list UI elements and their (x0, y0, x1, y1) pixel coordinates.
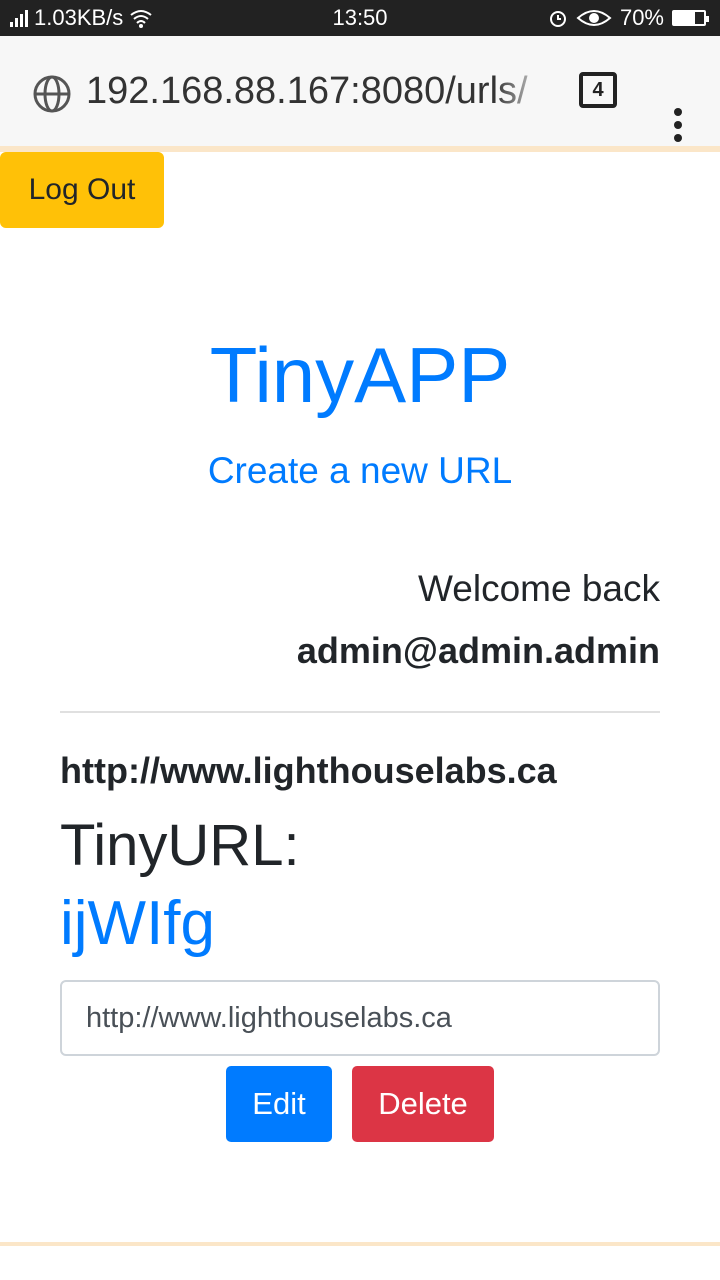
short-url-link[interactable]: ijWIfg (60, 888, 215, 959)
more-vert-icon[interactable] (670, 108, 686, 146)
create-url-link[interactable]: Create a new URL (0, 450, 720, 492)
page-title: TinyAPP (209, 331, 511, 419)
battery-icon (672, 10, 709, 26)
battery-percent: 70% (619, 5, 664, 30)
user-email: admin@admin.admin (296, 630, 660, 671)
welcome-text: Welcome back (418, 568, 660, 609)
status-right: 70% (548, 5, 709, 31)
tabs-icon[interactable]: 4 (579, 72, 617, 108)
eye-icon (576, 10, 612, 26)
divider (60, 711, 660, 713)
tinyurl-label: TinyURL: (60, 813, 300, 878)
globe-icon (33, 75, 71, 113)
long-url-input[interactable] (60, 980, 660, 1056)
browser-toolbar: 192.168.88.167:8080/urls/ 4 (0, 36, 720, 149)
delete-button[interactable]: Delete (352, 1066, 494, 1142)
bottom-divider (0, 1242, 720, 1246)
status-bar: 1.03KB/s 13:50 70% (0, 0, 720, 36)
edit-button[interactable]: Edit (226, 1066, 332, 1142)
alarm-icon (549, 11, 566, 27)
long-url: http://www.lighthouselabs.ca (60, 750, 557, 791)
logout-button[interactable]: Log Out (0, 152, 164, 228)
address-bar[interactable]: 192.168.88.167:8080/urls/ (86, 70, 550, 113)
